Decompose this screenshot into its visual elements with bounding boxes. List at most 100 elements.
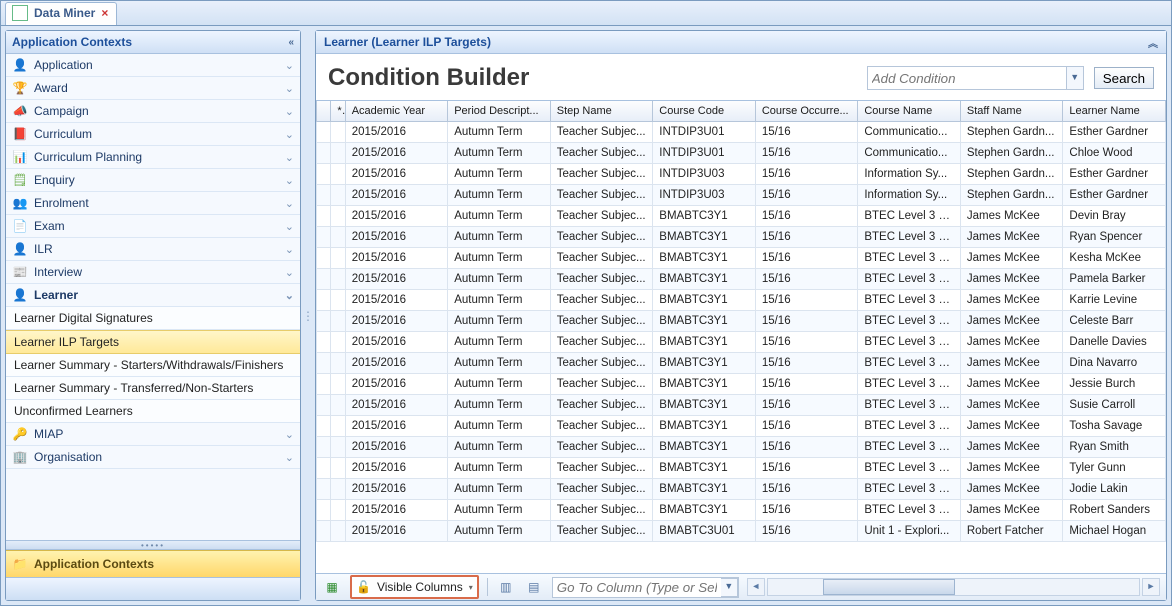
row-star-cell[interactable] bbox=[331, 122, 345, 143]
sidebar-item-enquiry[interactable]: 🗒Enquiry⌄ bbox=[6, 169, 300, 192]
row-selector[interactable] bbox=[317, 311, 331, 332]
row-star-cell[interactable] bbox=[331, 269, 345, 290]
layout-icon[interactable]: ▤ bbox=[524, 577, 544, 597]
table-row[interactable]: 2015/2016Autumn TermTeacher Subjec...BMA… bbox=[317, 437, 1166, 458]
sidebar-subitem[interactable]: Learner ILP Targets bbox=[6, 330, 300, 354]
column-header[interactable]: Step Name bbox=[550, 101, 653, 122]
chevron-up-icon[interactable]: ︽ bbox=[1148, 35, 1158, 50]
sidebar-footer-button[interactable]: 📁 Application Contexts bbox=[6, 550, 300, 577]
sidebar-subitem[interactable]: Learner Summary - Transferred/Non-Starte… bbox=[6, 377, 300, 400]
sidebar-subitem[interactable]: Learner Summary - Starters/Withdrawals/F… bbox=[6, 354, 300, 377]
row-star-cell[interactable] bbox=[331, 164, 345, 185]
scroll-track[interactable] bbox=[767, 578, 1140, 596]
row-selector[interactable] bbox=[317, 374, 331, 395]
chevron-left-icon[interactable]: « bbox=[288, 37, 294, 48]
table-row[interactable]: 2015/2016Autumn TermTeacher Subjec...BMA… bbox=[317, 500, 1166, 521]
table-row[interactable]: 2015/2016Autumn TermTeacher Subjec...BMA… bbox=[317, 374, 1166, 395]
column-header[interactable]: * bbox=[331, 101, 345, 122]
column-header[interactable]: Academic Year bbox=[345, 101, 448, 122]
row-selector[interactable] bbox=[317, 206, 331, 227]
row-selector[interactable] bbox=[317, 437, 331, 458]
column-header[interactable]: Period Descript... bbox=[448, 101, 551, 122]
table-row[interactable]: 2015/2016Autumn TermTeacher Subjec...BMA… bbox=[317, 227, 1166, 248]
add-row-icon[interactable]: ▦ bbox=[322, 577, 342, 597]
sidebar-item-award[interactable]: 🏆Award⌄ bbox=[6, 77, 300, 100]
row-star-cell[interactable] bbox=[331, 521, 345, 542]
row-star-cell[interactable] bbox=[331, 248, 345, 269]
table-row[interactable]: 2015/2016Autumn TermTeacher Subjec...BMA… bbox=[317, 458, 1166, 479]
sidebar-item-ilr[interactable]: 👤ILR⌄ bbox=[6, 238, 300, 261]
add-condition-input[interactable] bbox=[867, 66, 1067, 90]
table-row[interactable]: 2015/2016Autumn TermTeacher Subjec...BMA… bbox=[317, 353, 1166, 374]
row-star-cell[interactable] bbox=[331, 437, 345, 458]
row-star-cell[interactable] bbox=[331, 353, 345, 374]
sidebar-item-curriculum[interactable]: 📕Curriculum⌄ bbox=[6, 123, 300, 146]
row-star-cell[interactable] bbox=[331, 374, 345, 395]
row-star-cell[interactable] bbox=[331, 227, 345, 248]
chevron-down-icon[interactable]: ▼ bbox=[721, 578, 738, 597]
row-star-cell[interactable] bbox=[331, 143, 345, 164]
sidebar-splitter[interactable]: ••••• bbox=[6, 540, 300, 550]
sidebar-item-learner[interactable]: 👤Learner⌄ bbox=[6, 284, 300, 307]
scroll-thumb[interactable] bbox=[823, 579, 955, 595]
sidebar-item-exam[interactable]: 📄Exam⌄ bbox=[6, 215, 300, 238]
table-row[interactable]: 2015/2016Autumn TermTeacher Subjec...BMA… bbox=[317, 479, 1166, 500]
row-star-cell[interactable] bbox=[331, 479, 345, 500]
sidebar-subitem[interactable]: Unconfirmed Learners bbox=[6, 400, 300, 423]
table-row[interactable]: 2015/2016Autumn TermTeacher Subjec...BMA… bbox=[317, 416, 1166, 437]
table-row[interactable]: 2015/2016Autumn TermTeacher Subjec...INT… bbox=[317, 164, 1166, 185]
row-selector[interactable] bbox=[317, 521, 331, 542]
row-selector[interactable] bbox=[317, 164, 331, 185]
sidebar-item-enrolment[interactable]: 👥Enrolment⌄ bbox=[6, 192, 300, 215]
table-row[interactable]: 2015/2016Autumn TermTeacher Subjec...BMA… bbox=[317, 248, 1166, 269]
column-header[interactable]: Learner Name bbox=[1063, 101, 1166, 122]
row-star-cell[interactable] bbox=[331, 206, 345, 227]
add-condition-dropdown[interactable]: ▼ bbox=[1067, 66, 1084, 90]
vertical-splitter[interactable]: ⋮ bbox=[305, 30, 311, 601]
row-selector[interactable] bbox=[317, 185, 331, 206]
sidebar-item-interview[interactable]: 📰Interview⌄ bbox=[6, 261, 300, 284]
row-selector[interactable] bbox=[317, 143, 331, 164]
row-selector[interactable] bbox=[317, 416, 331, 437]
sidebar-subitem[interactable]: Learner Digital Signatures bbox=[6, 307, 300, 330]
table-row[interactable]: 2015/2016Autumn TermTeacher Subjec...BMA… bbox=[317, 269, 1166, 290]
column-header[interactable]: Course Name bbox=[858, 101, 961, 122]
table-row[interactable]: 2015/2016Autumn TermTeacher Subjec...BMA… bbox=[317, 206, 1166, 227]
column-header[interactable]: Course Code bbox=[653, 101, 756, 122]
table-row[interactable]: 2015/2016Autumn TermTeacher Subjec...INT… bbox=[317, 122, 1166, 143]
row-selector[interactable] bbox=[317, 248, 331, 269]
row-selector[interactable] bbox=[317, 458, 331, 479]
sidebar-item-campaign[interactable]: 📣Campaign⌄ bbox=[6, 100, 300, 123]
scroll-right-arrow[interactable]: ► bbox=[1142, 578, 1160, 596]
row-selector-header[interactable] bbox=[317, 101, 331, 122]
row-star-cell[interactable] bbox=[331, 185, 345, 206]
table-row[interactable]: 2015/2016Autumn TermTeacher Subjec...BMA… bbox=[317, 290, 1166, 311]
row-selector[interactable] bbox=[317, 122, 331, 143]
columns-icon[interactable]: ▥ bbox=[496, 577, 516, 597]
row-star-cell[interactable] bbox=[331, 290, 345, 311]
visible-columns-button[interactable]: 🔓 Visible Columns ▾ bbox=[350, 575, 479, 599]
table-row[interactable]: 2015/2016Autumn TermTeacher Subjec...BMA… bbox=[317, 332, 1166, 353]
row-selector[interactable] bbox=[317, 479, 331, 500]
row-star-cell[interactable] bbox=[331, 416, 345, 437]
row-selector[interactable] bbox=[317, 332, 331, 353]
column-header[interactable]: Staff Name bbox=[960, 101, 1063, 122]
table-row[interactable]: 2015/2016Autumn TermTeacher Subjec...INT… bbox=[317, 185, 1166, 206]
sidebar-item-curriculum-planning[interactable]: 📊Curriculum Planning⌄ bbox=[6, 146, 300, 169]
sidebar-item-organisation[interactable]: 🏢Organisation⌄ bbox=[6, 446, 300, 469]
goto-column-combo[interactable]: ▼ bbox=[552, 577, 739, 598]
row-selector[interactable] bbox=[317, 353, 331, 374]
close-icon[interactable]: × bbox=[101, 6, 108, 20]
table-row[interactable]: 2015/2016Autumn TermTeacher Subjec...BMA… bbox=[317, 521, 1166, 542]
sidebar-item-application[interactable]: 👤Application⌄ bbox=[6, 54, 300, 77]
column-header[interactable]: Course Occurre... bbox=[755, 101, 858, 122]
row-selector[interactable] bbox=[317, 227, 331, 248]
row-selector[interactable] bbox=[317, 500, 331, 521]
table-row[interactable]: 2015/2016Autumn TermTeacher Subjec...BMA… bbox=[317, 395, 1166, 416]
row-selector[interactable] bbox=[317, 395, 331, 416]
row-selector[interactable] bbox=[317, 269, 331, 290]
horizontal-scrollbar[interactable]: ◄ ► bbox=[747, 578, 1160, 596]
table-row[interactable]: 2015/2016Autumn TermTeacher Subjec...BMA… bbox=[317, 311, 1166, 332]
tab-data-miner[interactable]: Data Miner × bbox=[5, 2, 117, 25]
table-row[interactable]: 2015/2016Autumn TermTeacher Subjec...INT… bbox=[317, 143, 1166, 164]
